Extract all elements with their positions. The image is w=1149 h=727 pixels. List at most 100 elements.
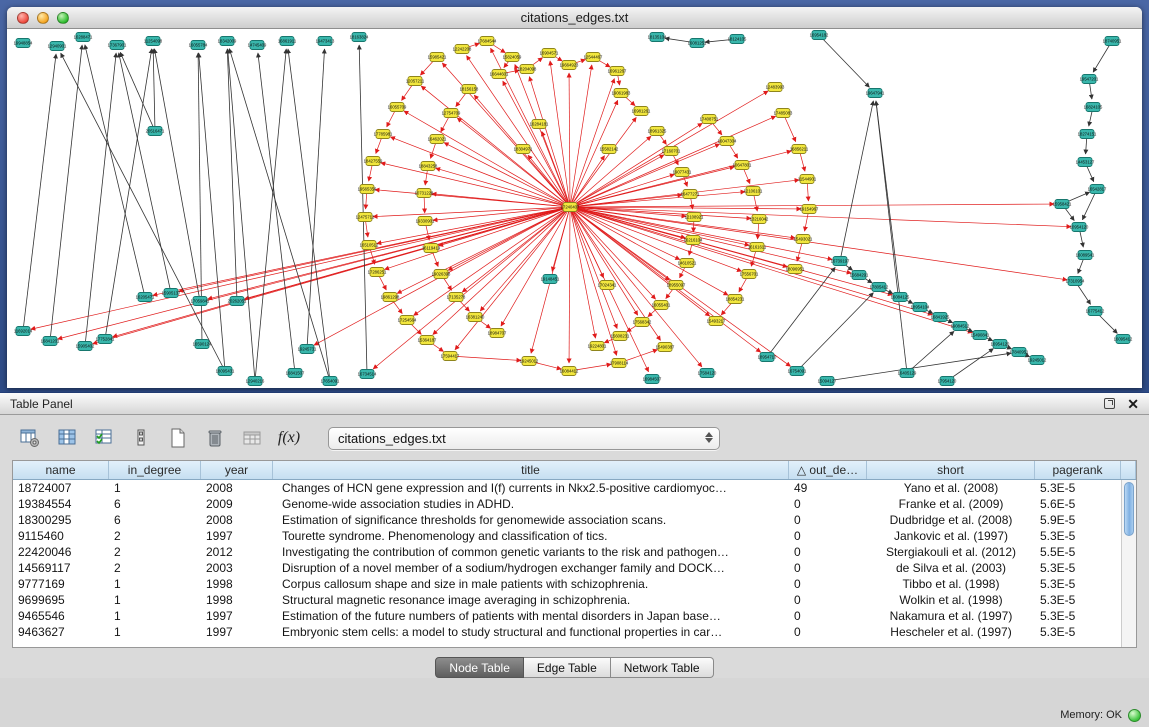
float-panel-icon[interactable] (1104, 398, 1115, 409)
graph-node[interactable]: 14745409 (248, 41, 267, 50)
table-row[interactable]: 1872400712008Changes of HCN gene express… (13, 480, 1136, 496)
graph-node[interactable]: 17805412 (870, 283, 889, 292)
graph-node[interactable]: 18954104 (911, 303, 930, 312)
graph-node[interactable]: 19154967 (800, 205, 819, 214)
graph-node[interactable]: 18304971 (514, 145, 533, 154)
graph-node[interactable]: 15490387 (656, 343, 675, 352)
graph-node[interactable]: 18342009 (218, 37, 237, 46)
graph-node[interactable]: 16381240 (466, 313, 485, 322)
graph-node[interactable]: 17160701 (662, 147, 681, 156)
graph-node[interactable]: 16047304 (718, 137, 737, 146)
graph-node[interactable]: 17752841 (96, 335, 115, 344)
graph-node[interactable]: 10647801 (733, 161, 752, 170)
graph-node[interactable]: 12108921 (685, 213, 704, 222)
graph-node[interactable]: 19148451 (541, 275, 560, 284)
table-mode-icon[interactable] (18, 426, 42, 450)
graph-node[interactable]: 17254564 (398, 316, 417, 325)
graph-node[interactable]: 16739197 (831, 257, 850, 266)
graph-node[interactable]: 15985421 (428, 53, 447, 62)
graph-node[interactable]: 15905402 (76, 342, 95, 351)
new-table-icon[interactable] (166, 426, 190, 450)
graph-node[interactable]: 17840951 (1010, 348, 1029, 357)
graph-node[interactable]: 19245012 (520, 357, 539, 366)
graph-node[interactable]: 16590124 (193, 340, 212, 349)
graph-node[interactable]: 18095431 (216, 367, 235, 376)
show-columns-icon[interactable] (55, 426, 79, 450)
graph-node[interactable]: 16216104 (684, 236, 703, 245)
column-header-out_degree[interactable]: △ out_de… (789, 461, 867, 479)
table-row[interactable]: 977716911998Corpus callosum shape and si… (13, 576, 1136, 592)
graph-node[interactable]: 12475712 (356, 213, 375, 222)
graph-node[interactable]: 16055784 (189, 41, 208, 50)
delete-column-icon[interactable] (129, 426, 153, 450)
graph-node[interactable]: 16089541 (1076, 251, 1095, 260)
graph-node[interactable]: 16954120 (991, 340, 1010, 349)
minimize-window-icon[interactable] (37, 12, 49, 24)
graph-node[interactable]: 15905137 (162, 289, 181, 298)
graph-node[interactable]: 12483993 (766, 83, 785, 92)
graph-node[interactable]: 17408751 (700, 115, 719, 124)
graph-node[interactable]: 12940901 (48, 42, 67, 51)
graph-node[interactable]: 19647941 (866, 89, 885, 98)
graph-node[interactable]: 16644601 (490, 70, 509, 79)
graph-node[interactable]: 16161611 (748, 243, 767, 252)
graph-node[interactable]: 18204098 (518, 65, 537, 74)
graph-node[interactable]: 18843258 (419, 162, 438, 171)
graph-node[interactable]: 18096951 (786, 265, 805, 274)
column-header-name[interactable]: name (13, 461, 109, 479)
graph-node[interactable]: 17908114 (610, 359, 629, 368)
graph-node[interactable]: 15493021 (794, 235, 813, 244)
graph-node[interactable]: 16119419 (422, 244, 441, 253)
graph-node[interactable]: 19084512 (951, 322, 970, 331)
graph-node[interactable]: 16405129 (898, 369, 917, 378)
graph-node[interactable]: 17954120 (938, 377, 957, 386)
graph-node[interactable]: 12754709 (442, 109, 461, 118)
graph-node[interactable]: 19245012 (1028, 356, 1047, 365)
graph-node[interactable]: 20262051 (228, 297, 247, 306)
graph-node[interactable]: 17684544 (478, 37, 497, 46)
table-row[interactable]: 1938455462009Genome-wide association stu… (13, 496, 1136, 512)
graph-node[interactable]: 15824059 (503, 53, 522, 62)
graph-node[interactable]: 16081251 (688, 39, 707, 48)
table-row[interactable]: 946554611997Estimation of the future num… (13, 608, 1136, 624)
graph-node[interactable]: 19473413 (316, 37, 335, 46)
graph-node[interactable]: 16084125 (891, 293, 910, 302)
graph-node[interactable]: 19664923 (560, 61, 579, 70)
graph-hub-node[interactable]: 17240407 (561, 203, 580, 212)
graph-node[interactable]: 16775412 (1086, 307, 1105, 316)
graph-node[interactable]: 20516471 (146, 127, 165, 136)
graph-node[interactable]: 17556701 (740, 270, 759, 279)
graph-node[interactable]: 18984707 (488, 329, 507, 338)
graph-node[interactable]: 15490841 (971, 331, 990, 340)
graph-node[interactable]: 16734514 (358, 370, 377, 379)
graph-node[interactable]: 17584120 (698, 369, 717, 378)
network-canvas[interactable]: 1724040715985421120572111605570917785981… (7, 29, 1142, 387)
function-builder-icon[interactable]: f(x) (277, 426, 301, 450)
graph-node[interactable]: 15582142 (600, 145, 619, 154)
graph-node[interactable]: 16284181 (530, 120, 549, 129)
table-row[interactable]: 911546021997Tourette syndrome. Phenomeno… (13, 528, 1136, 544)
graph-node[interactable]: 16095412 (1114, 335, 1133, 344)
graph-node[interactable]: 12242208 (453, 45, 472, 54)
tab-edge-table[interactable]: Edge Table (524, 657, 611, 678)
graph-node[interactable]: 18955097 (667, 281, 686, 290)
tab-network-table[interactable]: Network Table (611, 657, 714, 678)
graph-node[interactable]: 17059841 (191, 297, 210, 306)
graph-node[interactable]: 12057211 (406, 77, 425, 86)
graph-node[interactable]: 19245731 (298, 345, 317, 354)
close-window-icon[interactable] (17, 12, 29, 24)
graph-node[interactable]: 16462021 (428, 135, 447, 144)
graph-node[interactable]: 19224801 (588, 342, 607, 351)
graph-node[interactable]: 12544467 (584, 53, 603, 62)
graph-node[interactable]: 16205471 (136, 293, 155, 302)
close-panel-icon[interactable]: ✕ (1127, 397, 1139, 411)
table-row[interactable]: 969969511998Structural magnetic resonanc… (13, 592, 1136, 608)
graph-node[interactable]: 16961267 (608, 67, 627, 76)
graph-node[interactable]: 16984507 (643, 375, 662, 384)
graph-node[interactable]: 16841925 (931, 313, 950, 322)
graph-node[interactable]: 17367901 (108, 41, 127, 50)
graph-node[interactable]: 16954182 (810, 31, 829, 40)
column-header-pagerank[interactable]: pagerank (1035, 461, 1121, 479)
graph-node[interactable]: 19565356 (358, 185, 377, 194)
graph-node[interactable]: 15958421 (1053, 200, 1072, 209)
